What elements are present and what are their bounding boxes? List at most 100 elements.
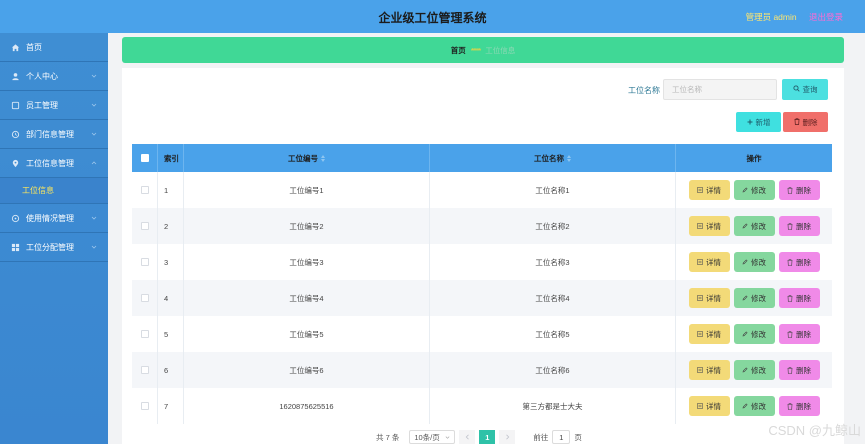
batch-delete-button[interactable]: 删除 bbox=[783, 112, 828, 132]
detail-button[interactable]: 详情 bbox=[688, 324, 730, 344]
detail-button[interactable]: 详情 bbox=[688, 396, 730, 416]
sort-icon[interactable] bbox=[567, 154, 571, 162]
detail-button[interactable]: 详情 bbox=[688, 360, 730, 380]
sidebar-item-usage[interactable]: 使用情况管理 bbox=[0, 204, 108, 233]
row-select-cell bbox=[132, 280, 158, 316]
row-checkbox[interactable] bbox=[140, 402, 149, 410]
row-checkbox[interactable] bbox=[140, 366, 149, 374]
delete-button-label: 删除 bbox=[796, 221, 811, 231]
edit-button[interactable]: 修改 bbox=[733, 324, 775, 344]
edit-button[interactable]: 修改 bbox=[733, 288, 775, 308]
cell-index: 6 bbox=[158, 352, 184, 388]
delete-button[interactable]: 删除 bbox=[778, 180, 820, 200]
department-icon bbox=[11, 130, 20, 139]
detail-icon bbox=[697, 295, 703, 301]
logout-link[interactable]: 退出登录 bbox=[809, 12, 843, 22]
detail-icon bbox=[697, 331, 703, 337]
sidebar-item-label: 个人中心 bbox=[26, 71, 58, 81]
edit-button[interactable]: 修改 bbox=[733, 180, 775, 200]
sidebar-subitem-workstation-info[interactable]: 工位信息 bbox=[0, 178, 108, 204]
sidebar-item-home[interactable]: 首页 bbox=[0, 33, 108, 62]
delete-button[interactable]: 删除 bbox=[778, 324, 820, 344]
delete-button-label: 删除 bbox=[796, 329, 811, 339]
sort-icon[interactable] bbox=[321, 154, 325, 162]
chevron-down-icon bbox=[91, 132, 97, 136]
staff-icon bbox=[11, 101, 20, 110]
header-name-label: 工位名称 bbox=[534, 153, 564, 163]
main-panel: 工位名称 查询 新增 删除 索引 工位编号 工位名称 bbox=[122, 68, 844, 444]
query-button[interactable]: 查询 bbox=[782, 79, 828, 100]
trash-icon bbox=[787, 366, 793, 374]
search-input[interactable] bbox=[663, 79, 777, 100]
cell-ops: 详情 修改 删除 bbox=[676, 172, 832, 208]
delete-button[interactable]: 删除 bbox=[778, 360, 820, 380]
breadcrumb-home[interactable]: 首页 bbox=[451, 45, 466, 56]
delete-button[interactable]: 删除 bbox=[778, 216, 820, 236]
next-page-button[interactable] bbox=[499, 430, 516, 444]
edit-button[interactable]: 修改 bbox=[733, 252, 775, 272]
row-checkbox[interactable] bbox=[140, 330, 149, 338]
pencil-icon bbox=[742, 295, 748, 301]
sidebar-item-workstation[interactable]: 工位信息管理 bbox=[0, 149, 108, 178]
trash-icon bbox=[787, 186, 793, 194]
row-checkbox[interactable] bbox=[140, 258, 149, 266]
sidebar-item-profile[interactable]: 个人中心 bbox=[0, 62, 108, 91]
delete-button[interactable]: 删除 bbox=[778, 396, 820, 416]
row-select-cell bbox=[132, 244, 158, 280]
breadcrumb: 首页 ***** 工位信息 bbox=[122, 37, 844, 63]
detail-icon bbox=[697, 187, 703, 193]
trash-icon bbox=[787, 222, 793, 230]
trash-icon bbox=[787, 258, 793, 266]
sidebar-item-staff[interactable]: 员工管理 bbox=[0, 91, 108, 120]
breadcrumb-current: 工位信息 bbox=[485, 45, 516, 55]
detail-button[interactable]: 详情 bbox=[688, 288, 730, 308]
chevron-up-icon bbox=[91, 161, 97, 165]
delete-button[interactable]: 删除 bbox=[778, 288, 820, 308]
sidebar-item-label: 使用情况管理 bbox=[26, 213, 74, 223]
edit-button[interactable]: 修改 bbox=[733, 216, 775, 236]
cell-index: 5 bbox=[158, 316, 184, 352]
row-checkbox[interactable] bbox=[140, 222, 149, 230]
grid-icon bbox=[11, 243, 20, 252]
sidebar-item-allocation[interactable]: 工位分配管理 bbox=[0, 233, 108, 262]
detail-button-label: 详情 bbox=[706, 329, 721, 339]
goto-page-input[interactable] bbox=[552, 430, 571, 444]
chevron-down-icon bbox=[91, 216, 97, 220]
chevron-down-icon bbox=[91, 74, 97, 78]
admin-label: 管理员 admin bbox=[745, 12, 797, 22]
chevron-down-icon bbox=[91, 245, 97, 249]
prev-page-button[interactable] bbox=[459, 430, 476, 444]
chevron-down-icon bbox=[445, 435, 450, 439]
delete-button[interactable]: 删除 bbox=[778, 252, 820, 272]
row-checkbox[interactable] bbox=[140, 186, 149, 194]
cell-code: 1620875625516 bbox=[184, 388, 430, 424]
page-unit-label: 页 bbox=[574, 432, 582, 442]
user-area: 管理员 admin 退出登录 bbox=[746, 11, 843, 23]
sidebar-item-department[interactable]: 部门信息管理 bbox=[0, 120, 108, 149]
edit-button-label: 修改 bbox=[751, 185, 766, 195]
header-code[interactable]: 工位编号 bbox=[184, 144, 430, 172]
home-icon bbox=[11, 43, 20, 52]
page-size-value: 10条/页 bbox=[414, 432, 440, 442]
page-number-current[interactable]: 1 bbox=[479, 430, 496, 444]
cell-ops: 详情 修改 删除 bbox=[676, 352, 832, 388]
table-row: 2 工位编号2 工位名称2 详情 修改 删除 bbox=[132, 208, 832, 244]
edit-button[interactable]: 修改 bbox=[733, 396, 775, 416]
detail-button[interactable]: 详情 bbox=[688, 180, 730, 200]
detail-button[interactable]: 详情 bbox=[688, 252, 730, 272]
row-checkbox[interactable] bbox=[140, 294, 149, 302]
cell-code: 工位编号1 bbox=[184, 172, 430, 208]
page-size-select[interactable]: 10条/页 bbox=[409, 430, 456, 444]
header-name[interactable]: 工位名称 bbox=[430, 144, 676, 172]
cell-name: 工位名称6 bbox=[430, 352, 676, 388]
header-index: 索引 bbox=[158, 144, 184, 172]
delete-button-label: 删除 bbox=[796, 257, 811, 267]
select-all-checkbox[interactable] bbox=[140, 154, 149, 162]
top-bar: 企业级工位管理系统 管理员 admin 退出登录 bbox=[0, 0, 865, 33]
chevron-down-icon bbox=[91, 103, 97, 107]
detail-button[interactable]: 详情 bbox=[688, 216, 730, 236]
edit-button[interactable]: 修改 bbox=[733, 360, 775, 380]
detail-icon bbox=[697, 223, 703, 229]
detail-button-label: 详情 bbox=[706, 401, 721, 411]
add-button[interactable]: 新增 bbox=[736, 112, 781, 132]
